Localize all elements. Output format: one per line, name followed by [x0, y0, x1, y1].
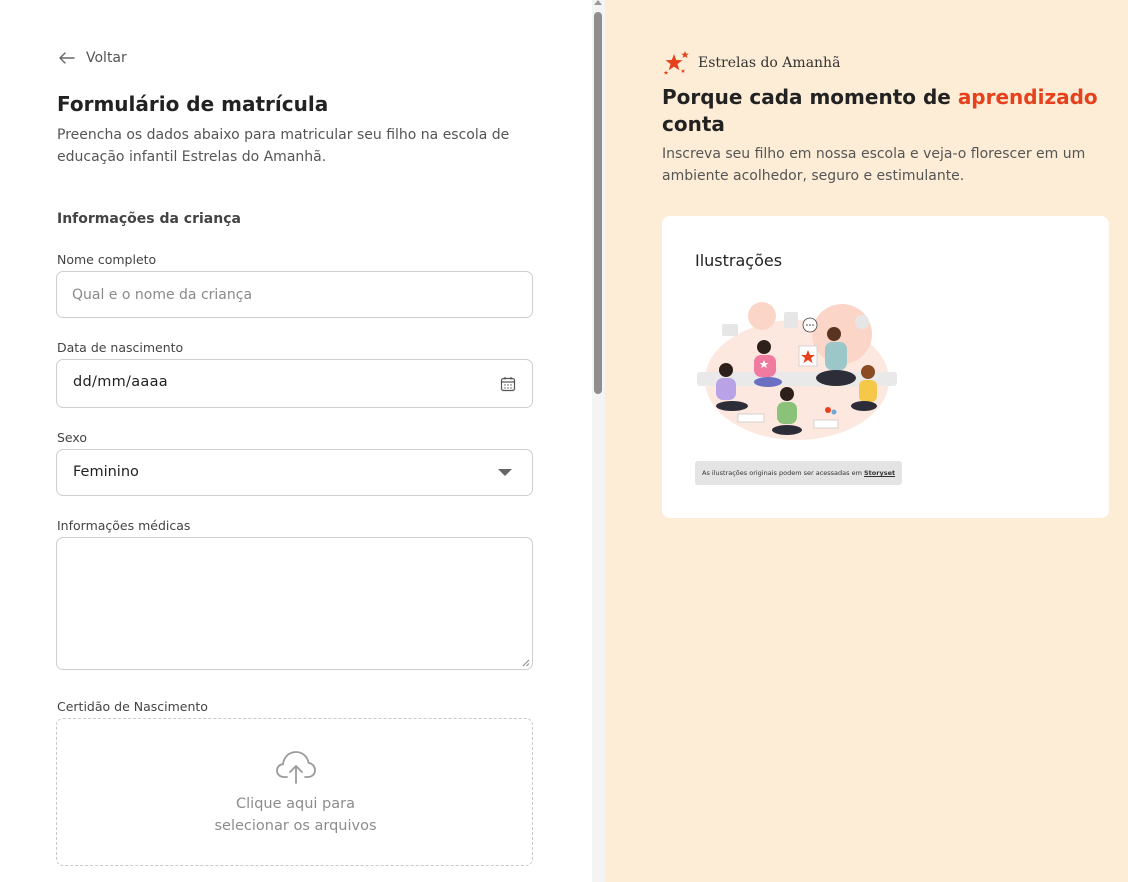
resize-grip-icon[interactable]: [522, 659, 530, 667]
section-title: Informações da criança: [57, 211, 241, 227]
brand-name: Estrelas do Amanhã: [698, 55, 841, 71]
card-title: Ilustrações: [695, 251, 783, 270]
scrollbar-thumb[interactable]: [594, 12, 602, 394]
chevron-down-icon: [498, 469, 512, 476]
sex-select[interactable]: Feminino: [56, 449, 533, 496]
illustration-card: Ilustrações As ilustrações originais pod…: [662, 216, 1109, 518]
star-logo-icon: [663, 51, 689, 75]
cloud-upload-icon: [276, 751, 316, 784]
birthdate-value: dd/mm/aaaa: [73, 374, 168, 390]
birthdate-input[interactable]: dd/mm/aaaa: [56, 359, 533, 408]
name-field-wrapper: [56, 271, 533, 318]
arrow-left-icon: [59, 52, 75, 64]
medical-textarea[interactable]: [56, 537, 533, 670]
birthdate-label: Data de nascimento: [57, 340, 184, 355]
brand: Estrelas do Amanhã: [662, 50, 840, 76]
hero-headline-part2: conta: [662, 112, 725, 136]
back-link[interactable]: Voltar: [57, 48, 127, 68]
storyset-link[interactable]: Storyset: [864, 469, 895, 477]
medical-label: Informações médicas: [57, 518, 191, 533]
page-subtitle: Preencha os dados abaixo para matricular…: [57, 127, 510, 165]
sex-label: Sexo: [57, 430, 88, 445]
name-input[interactable]: [72, 272, 512, 317]
hero-headline: Porque cada momento de aprendizado conta: [662, 84, 1112, 138]
back-label: Voltar: [86, 50, 127, 66]
sex-selected-value: Feminino: [73, 464, 139, 480]
upload-text-line2: selecionar os arquivos: [214, 818, 377, 834]
hero-description: Inscreva seu filho em nossa escola e vej…: [662, 146, 1086, 184]
certificate-label: Certidão de Nascimento: [57, 699, 208, 714]
upload-text-line1: Clique aqui para: [236, 796, 355, 812]
page-title: Formulário de matrícula: [57, 92, 329, 116]
credit-text: As ilustrações originais podem ser acess…: [702, 469, 864, 477]
illustration-credit: As ilustrações originais podem ser acess…: [695, 461, 903, 485]
certificate-upload-dropzone[interactable]: Clique aqui para selecionar os arquivos: [56, 718, 533, 866]
name-label: Nome completo: [57, 252, 157, 267]
hero-headline-part1: Porque cada momento de: [662, 85, 958, 109]
calendar-icon[interactable]: [500, 376, 516, 392]
scroll-up-arrow[interactable]: [594, 0, 602, 5]
hero-headline-accent: aprendizado: [957, 85, 1098, 109]
children-learning-illustration: [697, 302, 897, 440]
